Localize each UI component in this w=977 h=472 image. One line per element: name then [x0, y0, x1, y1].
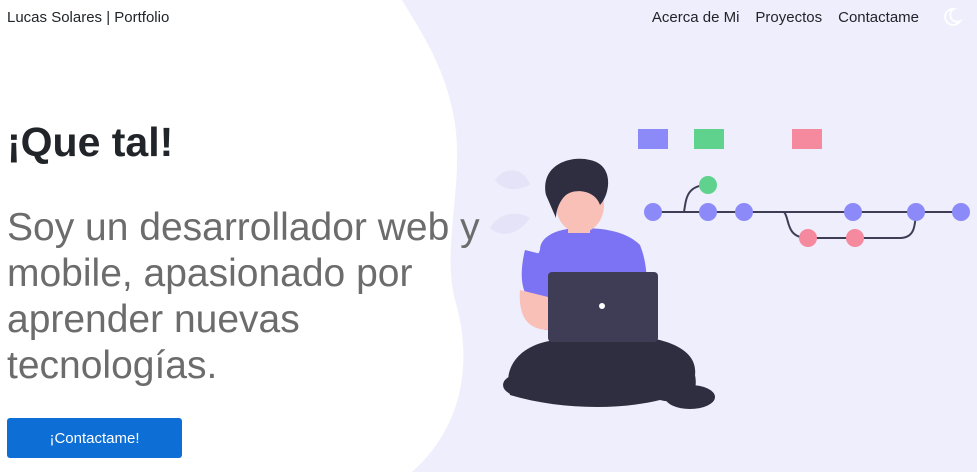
nav-item-proyectos[interactable]: Proyectos	[755, 9, 822, 26]
moon-icon	[944, 8, 963, 26]
theme-toggle-button[interactable]	[941, 6, 963, 28]
brand-link[interactable]: Lucas Solares | Portfolio	[7, 9, 169, 26]
hero-subtitle: Soy un desarrollador web y mobile, apasi…	[7, 206, 480, 387]
nav-item-acerca[interactable]: Acerca de Mi	[652, 9, 740, 26]
nav-item-contactame[interactable]: Contactame	[838, 9, 919, 26]
contact-button[interactable]: ¡Contactame!	[7, 418, 182, 458]
git-branch-graph	[638, 129, 970, 247]
developer-illustration	[490, 129, 970, 409]
hero-title: ¡Que tal!	[7, 119, 174, 165]
person-figure	[503, 158, 715, 409]
main-nav: Acerca de Mi Proyectos Contactame	[652, 9, 919, 26]
